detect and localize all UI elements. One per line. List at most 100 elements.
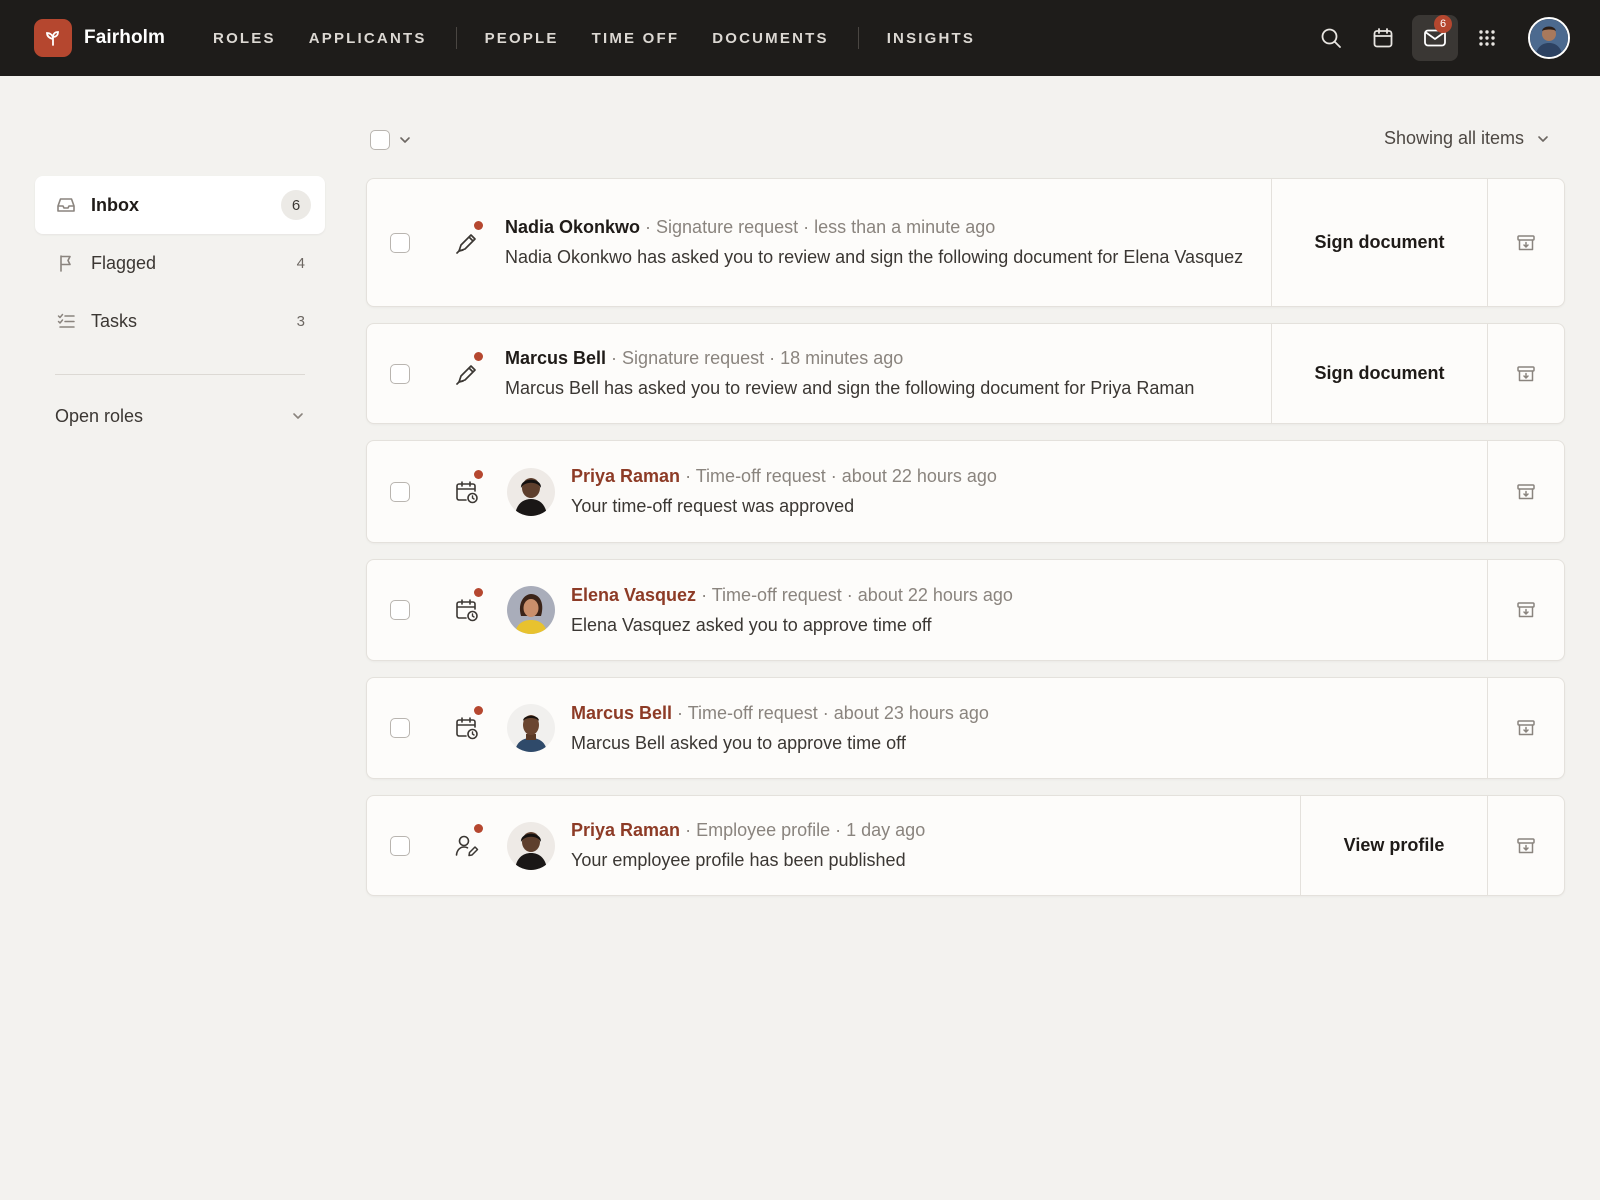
archive-icon xyxy=(1517,602,1535,618)
unread-dot xyxy=(474,469,483,479)
pen-icon xyxy=(456,233,476,254)
calendar-button[interactable] xyxy=(1360,15,1406,61)
sender-name[interactable]: Nadia Okonkwo xyxy=(505,217,640,237)
row-checkbox[interactable] xyxy=(390,363,410,384)
sender-name[interactable]: Marcus Bell xyxy=(571,703,672,723)
search-icon xyxy=(1321,28,1341,48)
sender-name[interactable]: Elena Vasquez xyxy=(571,585,696,605)
sidebar-item-label: Tasks xyxy=(91,310,138,331)
sign-document-button[interactable]: Sign document xyxy=(1271,324,1487,423)
sidebar-item-tasks[interactable]: Tasks 3 xyxy=(35,292,325,350)
sidebar-item-count: 6 xyxy=(281,190,311,220)
row-checkbox[interactable] xyxy=(390,718,410,738)
archive-button[interactable] xyxy=(1487,796,1564,895)
sidebar-item-flagged[interactable]: Flagged 4 xyxy=(35,234,325,292)
sidebar-item-count: 3 xyxy=(296,312,305,330)
archive-button[interactable] xyxy=(1487,678,1564,778)
select-all-checkbox[interactable] xyxy=(370,130,390,150)
sidebar-divider xyxy=(55,374,305,375)
list-item[interactable]: Elena Vasquez · Time-off request · about… xyxy=(366,559,1565,661)
notification-time: about 22 hours ago xyxy=(857,584,1013,605)
unread-dot xyxy=(474,588,483,597)
archive-icon xyxy=(1517,365,1535,381)
filter-dropdown[interactable]: Showing all items xyxy=(1384,128,1550,149)
sign-document-button[interactable]: Sign document xyxy=(1271,179,1487,306)
tasks-icon xyxy=(55,310,77,332)
nav-divider xyxy=(857,27,859,49)
notification-message: Marcus Bell asked you to approve time of… xyxy=(571,732,906,753)
meta-separator: · xyxy=(640,217,657,237)
unread-dot xyxy=(474,351,483,361)
brand[interactable]: Fairholm xyxy=(34,19,165,57)
flag-icon xyxy=(55,252,77,274)
nav-time-off[interactable]: TIME OFF xyxy=(592,30,680,47)
notification-type: Employee profile xyxy=(696,820,831,840)
chevron-down-icon[interactable] xyxy=(398,135,412,145)
chevron-down-icon xyxy=(1538,135,1548,142)
notification-type: Time-off request xyxy=(687,702,818,723)
avatar[interactable] xyxy=(507,467,555,516)
calendar-clock-icon xyxy=(456,599,478,622)
sender-name[interactable]: Priya Raman xyxy=(571,466,680,486)
row-checkbox[interactable] xyxy=(390,835,410,856)
avatar[interactable] xyxy=(507,586,555,634)
sender-name[interactable]: Priya Raman xyxy=(571,820,680,840)
sidebar-item-inbox[interactable]: Inbox 6 xyxy=(35,176,325,234)
unread-dot xyxy=(474,823,483,833)
meta-separator: · xyxy=(680,820,697,840)
archive-button[interactable] xyxy=(1487,179,1564,306)
notification-time: less than a minute ago xyxy=(814,217,996,237)
list-item[interactable]: Priya Raman · Employee profile · 1 day a… xyxy=(366,795,1565,896)
nav-divider xyxy=(455,27,457,49)
meta-separator: · xyxy=(830,820,847,840)
notification-message: Nadia Okonkwo has asked you to review an… xyxy=(505,247,1244,267)
meta-separator: · xyxy=(680,466,696,486)
meta-separator: · xyxy=(841,584,858,605)
nav-roles[interactable]: ROLES xyxy=(213,30,276,47)
archive-button[interactable] xyxy=(1487,560,1564,660)
open-roles-toggle[interactable]: Open roles xyxy=(35,399,325,433)
list-item[interactable]: Marcus Bell · Time-off request · about 2… xyxy=(366,677,1565,779)
notification-time: 18 minutes ago xyxy=(780,348,904,368)
meta-separator: · xyxy=(798,217,815,237)
archive-button[interactable] xyxy=(1487,324,1564,423)
sprout-icon xyxy=(34,19,72,57)
meta-separator: · xyxy=(696,584,712,605)
archive-button[interactable] xyxy=(1487,441,1564,542)
list-item[interactable]: Nadia Okonkwo · Signature request · less… xyxy=(366,178,1565,307)
select-all-control[interactable] xyxy=(370,130,412,150)
meta-separator: · xyxy=(817,702,834,723)
unread-dot xyxy=(474,706,483,715)
notification-type: Time-off request xyxy=(695,466,826,486)
nav-documents[interactable]: DOCUMENTS xyxy=(712,30,828,47)
nav-insights[interactable]: INSIGHTS xyxy=(887,30,975,47)
archive-icon xyxy=(1517,720,1535,736)
nav-applicants[interactable]: APPLICANTS xyxy=(309,30,427,47)
mail-button[interactable]: 6 xyxy=(1412,15,1458,61)
sidebar-item-label: Flagged xyxy=(91,252,157,273)
search-button[interactable] xyxy=(1308,15,1354,61)
row-checkbox[interactable] xyxy=(390,232,410,253)
open-roles-label: Open roles xyxy=(55,405,144,426)
archive-icon xyxy=(1517,234,1535,250)
row-checkbox[interactable] xyxy=(390,481,410,502)
user-avatar[interactable] xyxy=(1528,17,1570,59)
avatar[interactable] xyxy=(507,821,555,870)
apps-button[interactable] xyxy=(1464,15,1510,61)
list-item[interactable]: Priya Raman · Time-off request · about 2… xyxy=(366,440,1565,543)
sidebar-item-count: 4 xyxy=(296,254,305,272)
top-toolbar: 6 xyxy=(1302,0,1570,76)
brand-name: Fairholm xyxy=(84,27,166,48)
notification-type: Signature request xyxy=(656,217,799,237)
sender-name[interactable]: Marcus Bell xyxy=(505,348,606,368)
nav-people[interactable]: PEOPLE xyxy=(485,30,559,47)
row-checkbox[interactable] xyxy=(390,600,410,620)
notification-message: Elena Vasquez asked you to approve time … xyxy=(571,614,932,635)
top-navigation-bar: Fairholm ROLES APPLICANTS PEOPLE TIME OF… xyxy=(0,0,1600,76)
view-profile-button[interactable]: View profile xyxy=(1300,796,1487,895)
meta-separator: · xyxy=(672,702,688,723)
filter-label: Showing all items xyxy=(1383,128,1524,148)
avatar[interactable] xyxy=(507,704,555,752)
meta-separator: · xyxy=(764,348,781,368)
list-item[interactable]: Marcus Bell · Signature request · 18 min… xyxy=(366,323,1565,424)
